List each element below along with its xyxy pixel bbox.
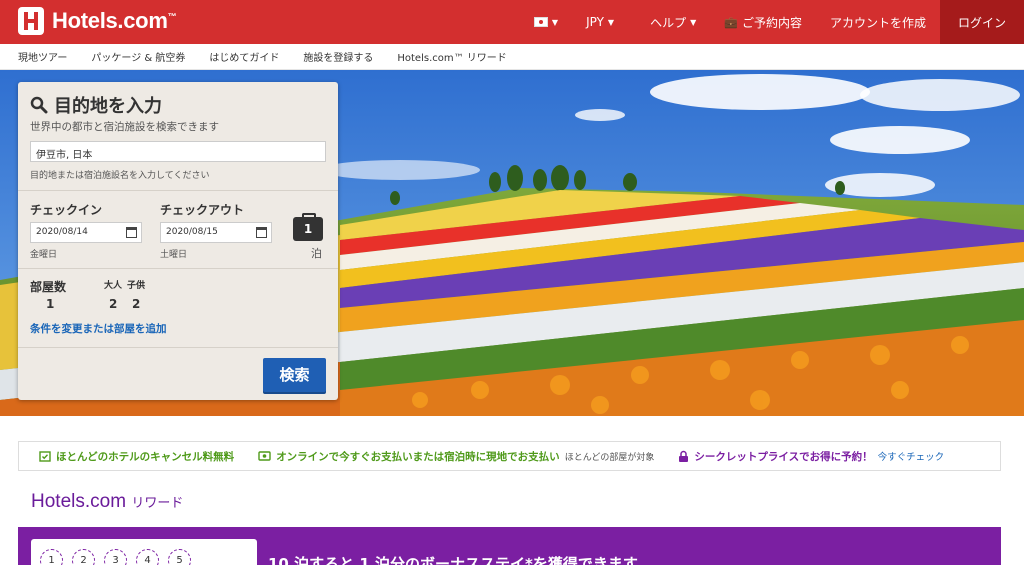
sub-nav: 現地ツアー パッケージ & 航空券 はじめてガイド 施設を登録する Hotels… [0, 44, 1024, 70]
stamp-circle: 3 [104, 549, 127, 565]
subnav-item-guide[interactable]: はじめてガイド [191, 49, 279, 64]
bookings-label: ご予約内容 [741, 15, 802, 30]
language-selector[interactable]: ▼ [520, 0, 572, 44]
bookings-link[interactable]: 💼 ご予約内容 [710, 0, 816, 44]
calendar-icon [126, 227, 137, 238]
adults-label: 大人 [104, 281, 123, 291]
children-label: 子供 [127, 281, 146, 291]
nights-briefcase-icon: 1 [293, 213, 323, 241]
checkin-date-input[interactable]: 2020/08/14 [30, 222, 142, 243]
checkout-weekday: 土曜日 [160, 250, 188, 260]
checkout-date-value: 2020/08/15 [166, 227, 218, 237]
benefit-secret-text: シークレットプライスでお得に予約！ [694, 450, 873, 463]
checkin-label: チェックイン [30, 203, 103, 217]
rooms-label: 部屋数 [30, 280, 67, 294]
chevron-down-icon: ▼ [690, 17, 697, 27]
stamp-circle: 4 [136, 549, 159, 565]
checkin-date-value: 2020/08/14 [36, 227, 88, 237]
help-menu[interactable]: ヘルプ ▼ [636, 0, 710, 44]
rewards-logo-suffix: リワード [131, 496, 184, 511]
rewards-logo-brand: Hotels.com [31, 491, 127, 512]
adults-count[interactable]: 2 [109, 297, 117, 311]
rewards-stamp-card: 1 2 3 4 5 [31, 539, 257, 565]
login-label: ログイン [957, 15, 1006, 30]
rewards-banner: 1 2 3 4 5 10 泊すると 1 泊分のボーナスステイ*を獲得できます [18, 527, 1001, 565]
checkout-label: チェックアウト [160, 203, 245, 217]
checkout-date-input[interactable]: 2020/08/15 [160, 222, 272, 243]
benefits-strip: ほとんどのホテルのキャンセル料無料 オンラインで今すぐお支払いまたは宿泊時に現地… [18, 441, 1001, 471]
search-title: 目的地を入力 [54, 96, 162, 117]
hotels-logo-icon [18, 7, 44, 35]
currency-selector[interactable]: JPY ▼ [572, 0, 628, 44]
benefit-pay: オンラインで今すぐお支払いまたは宿泊時に現地でお支払い ほとんどの部屋が対象 [258, 449, 654, 464]
rewards-headline: 10 泊すると 1 泊分のボーナスステイ*を獲得できます [268, 555, 638, 565]
subnav-item-list-property[interactable]: 施設を登録する [285, 49, 373, 64]
secret-check-link[interactable]: 今すぐチェック [878, 449, 945, 463]
brand-tm: ™ [167, 11, 177, 22]
panel-divider [18, 190, 338, 191]
search-button[interactable]: 検索 [263, 358, 326, 392]
help-label: ヘルプ [650, 15, 687, 30]
subnav-item-packages[interactable]: パッケージ & 航空券 [73, 49, 185, 64]
panel-divider [18, 268, 338, 269]
panel-divider [18, 347, 338, 348]
benefit-free-cancel: ほとんどのホテルのキャンセル料無料 [39, 449, 234, 464]
stamp-circle: 5 [168, 549, 191, 565]
chevron-down-icon: ▼ [607, 17, 615, 27]
currency-label: JPY [586, 15, 604, 29]
children-count[interactable]: 2 [132, 297, 140, 311]
calendar-icon [256, 227, 267, 238]
benefit-pay-text: オンラインで今すぐお支払いまたは宿泊時に現地でお支払い [276, 450, 560, 463]
create-account-link[interactable]: アカウントを作成 [816, 0, 940, 44]
destination-input[interactable]: 伊豆市, 日本 [30, 141, 326, 162]
payment-icon [258, 451, 271, 461]
top-bar: Hotels.com™ ▼ JPY ▼ ヘルプ ▼ 💼 ご予約内容 アカウントを… [0, 0, 1024, 44]
rewards-logo[interactable]: Hotels.com リワード [31, 491, 183, 513]
chevron-down-icon: ▼ [551, 17, 559, 27]
search-panel: 目的地を入力 世界中の都市と宿泊施設を検索できます 伊豆市, 日本 目的地または… [18, 82, 338, 400]
destination-hint: 目的地または宿泊施設名を入力してください [30, 171, 210, 181]
search-icon [30, 96, 48, 114]
top-nav: ▼ JPY ▼ ヘルプ ▼ 💼 ご予約内容 アカウントを作成 ログイン [520, 0, 1024, 44]
search-subtitle: 世界中の都市と宿泊施設を検索できます [30, 121, 219, 133]
benefit-free-cancel-text: ほとんどのホテルのキャンセル料無料 [56, 450, 235, 463]
benefit-pay-note: ほとんどの部屋が対象 [564, 452, 655, 463]
checkin-weekday: 金曜日 [30, 250, 58, 260]
subnav-item-tours[interactable]: 現地ツアー [0, 49, 67, 64]
login-button[interactable]: ログイン [939, 0, 1024, 44]
japan-flag-icon [533, 17, 548, 27]
lock-icon [679, 450, 689, 462]
briefcase-icon: 💼 [724, 15, 738, 29]
stamp-circle: 1 [40, 549, 63, 565]
nights-label: 泊 [311, 247, 322, 260]
calendar-check-icon [39, 451, 51, 462]
benefit-secret-price: シークレットプライスでお得に予約！ 今すぐチェック [678, 449, 944, 464]
hotels-logo[interactable]: Hotels.com™ [18, 7, 177, 35]
create-account-label: アカウントを作成 [829, 15, 926, 30]
subnav-item-rewards[interactable]: Hotels.com™ リワード [379, 49, 506, 64]
rooms-count[interactable]: 1 [46, 297, 54, 311]
modify-rooms-link[interactable]: 条件を変更または部屋を追加 [30, 321, 167, 336]
brand-name: Hotels.com [52, 8, 168, 33]
stamp-circle: 2 [72, 549, 95, 565]
